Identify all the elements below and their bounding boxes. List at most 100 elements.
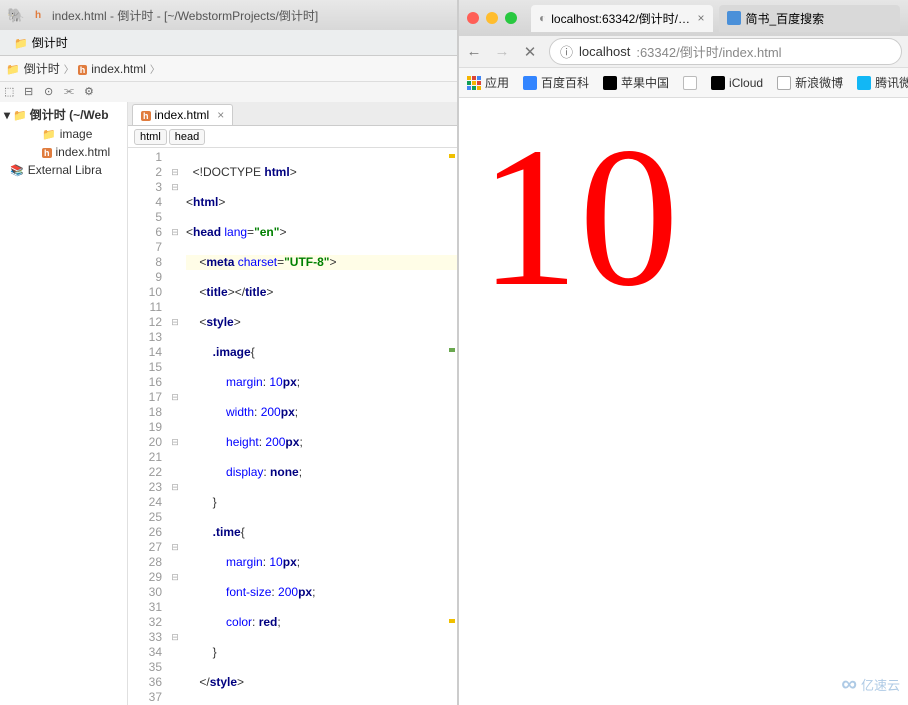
chevron-right-icon bbox=[64, 61, 74, 76]
countdown-value: 10 bbox=[479, 118, 888, 318]
apps-icon bbox=[467, 76, 481, 90]
url-path: :63342/倒计时/index.html bbox=[636, 42, 781, 61]
breadcrumb-project[interactable]: 倒计时 bbox=[24, 60, 60, 77]
url-input[interactable]: localhost :63342/倒计时/index.html bbox=[549, 38, 902, 65]
tool-icon[interactable]: ⊙ bbox=[44, 85, 58, 99]
tree-item-external-libs[interactable]: External Libra bbox=[0, 161, 127, 179]
window-title: index.html - 倒计时 - [~/WebstormProjects/倒… bbox=[52, 7, 318, 24]
bookmark-label: 百度百科 bbox=[541, 74, 589, 91]
favicon-icon bbox=[727, 11, 741, 25]
tab-title: 简书_百度搜索 bbox=[746, 10, 893, 27]
tool-icon[interactable]: ⬚ bbox=[4, 85, 18, 99]
bookmark-label: 新浪微博 bbox=[795, 74, 843, 91]
structure-breadcrumb: html head bbox=[128, 126, 457, 148]
breadcrumb-bar: 倒计时 index.html bbox=[0, 56, 457, 82]
bookmark-apple[interactable]: 苹果中国 bbox=[603, 74, 669, 91]
favicon-icon bbox=[857, 76, 871, 90]
tab-label: 倒计时 bbox=[32, 34, 68, 51]
close-window-icon[interactable] bbox=[467, 12, 479, 24]
ide-titlebar: h index.html - 倒计时 - [~/WebstormProjects… bbox=[0, 0, 457, 30]
bookmark-label: iCloud bbox=[729, 76, 763, 90]
editor-tabs: index.html bbox=[128, 102, 457, 126]
chevron-right-icon bbox=[150, 61, 160, 76]
maximize-window-icon[interactable] bbox=[505, 12, 517, 24]
loading-spinner-icon bbox=[539, 11, 546, 25]
code-area[interactable]: 123 456 789 101112 131415 161718 192021 … bbox=[128, 148, 457, 705]
fold-gutter[interactable]: ⊟⊟⊟ ⊟ ⊟ ⊟⊟ ⊟⊟ ⊟ bbox=[168, 148, 182, 705]
bookmark-apps[interactable]: 应用 bbox=[467, 74, 509, 91]
bookmarks-bar: 应用 百度百科 苹果中国 iCloud 新浪微博 腾讯微博 bbox=[459, 68, 908, 98]
warning-marker[interactable] bbox=[449, 154, 455, 158]
line-gutter: 123 456 789 101112 131415 161718 192021 … bbox=[128, 148, 168, 705]
library-icon bbox=[10, 163, 24, 177]
marker-bar[interactable] bbox=[447, 148, 457, 705]
bookmark-baidu[interactable]: 百度百科 bbox=[523, 74, 589, 91]
stop-icon[interactable]: ✕ bbox=[521, 43, 539, 61]
project-tab[interactable]: 倒计时 bbox=[6, 31, 76, 54]
address-bar: ← → ✕ localhost :63342/倒计时/index.html bbox=[459, 36, 908, 68]
chevron-down-icon: ▾ bbox=[4, 108, 10, 122]
html-file-icon bbox=[42, 145, 52, 159]
apple-icon bbox=[603, 76, 617, 90]
folder-icon bbox=[42, 127, 56, 141]
favicon-icon bbox=[777, 76, 791, 90]
tree-item-index[interactable]: index.html bbox=[0, 143, 127, 161]
bookmark-empty[interactable] bbox=[683, 76, 697, 90]
bookmark-tencent[interactable]: 腾讯微博 bbox=[857, 74, 908, 91]
tree-item-label: External Libra bbox=[28, 163, 102, 177]
page-viewport: 10 亿速云 bbox=[459, 98, 908, 705]
apple-icon bbox=[711, 76, 725, 90]
forward-icon[interactable]: → bbox=[493, 43, 511, 60]
url-host: localhost bbox=[579, 44, 630, 59]
bookmark-label: 应用 bbox=[485, 74, 509, 91]
browser-tab[interactable]: 简书_百度搜索 bbox=[719, 5, 901, 32]
tree-item-image[interactable]: image bbox=[0, 125, 127, 143]
html-file-icon bbox=[78, 62, 88, 76]
browser-titlebar: localhost:63342/倒计时/index 简书_百度搜索 bbox=[459, 0, 908, 36]
editor-tab[interactable]: index.html bbox=[132, 104, 233, 125]
editor-area: ▾ 倒计时 (~/Web image index.html External L… bbox=[0, 102, 457, 705]
project-tree[interactable]: ▾ 倒计时 (~/Web image index.html External L… bbox=[0, 102, 128, 705]
watermark-logo-icon bbox=[841, 671, 857, 697]
browser-window: localhost:63342/倒计时/index 简书_百度搜索 ← → ✕ … bbox=[458, 0, 908, 705]
warning-marker[interactable] bbox=[449, 619, 455, 623]
tree-root[interactable]: ▾ 倒计时 (~/Web bbox=[0, 104, 127, 125]
html-file-icon: h bbox=[30, 7, 46, 23]
gear-icon[interactable]: ⚙ bbox=[84, 85, 98, 99]
window-controls bbox=[467, 12, 517, 24]
tree-item-label: 倒计时 (~/Web bbox=[30, 106, 109, 123]
ide-window: h index.html - 倒计时 - [~/WebstormProjects… bbox=[0, 0, 458, 705]
folder-icon bbox=[14, 36, 28, 50]
close-icon[interactable] bbox=[213, 108, 224, 122]
back-icon[interactable]: ← bbox=[465, 43, 483, 60]
crumb-head[interactable]: head bbox=[169, 129, 205, 145]
tree-item-label: image bbox=[60, 127, 93, 141]
gradle-icon bbox=[8, 7, 24, 23]
project-tabbar: 倒计时 bbox=[0, 30, 457, 56]
crumb-html[interactable]: html bbox=[134, 129, 167, 145]
watermark: 亿速云 bbox=[841, 671, 900, 697]
site-info-icon[interactable] bbox=[560, 42, 573, 61]
watermark-text: 亿速云 bbox=[861, 675, 900, 694]
ok-marker[interactable] bbox=[449, 348, 455, 352]
bookmark-label: 腾讯微博 bbox=[875, 74, 908, 91]
tool-icon[interactable]: ⫘ bbox=[64, 85, 78, 99]
html-file-icon bbox=[141, 108, 151, 122]
folder-icon bbox=[6, 62, 20, 76]
favicon-icon bbox=[683, 76, 697, 90]
favicon-icon bbox=[523, 76, 537, 90]
browser-tab-active[interactable]: localhost:63342/倒计时/index bbox=[531, 5, 713, 32]
close-icon[interactable] bbox=[697, 11, 704, 25]
code-text[interactable]: <!DOCTYPE html> <html> <head lang="en"> … bbox=[182, 148, 457, 705]
bookmark-label: 苹果中国 bbox=[621, 74, 669, 91]
code-editor: index.html html head 123 456 789 101112 … bbox=[128, 102, 457, 705]
folder-icon bbox=[13, 108, 27, 122]
bookmark-sina[interactable]: 新浪微博 bbox=[777, 74, 843, 91]
tree-item-label: index.html bbox=[56, 145, 111, 159]
tool-icon[interactable]: ⊟ bbox=[24, 85, 38, 99]
ide-toolbar: ⬚ ⊟ ⊙ ⫘ ⚙ bbox=[0, 82, 457, 102]
breadcrumb-file[interactable]: index.html bbox=[91, 62, 146, 76]
tab-title: localhost:63342/倒计时/index bbox=[551, 10, 692, 27]
minimize-window-icon[interactable] bbox=[486, 12, 498, 24]
bookmark-icloud[interactable]: iCloud bbox=[711, 76, 763, 90]
